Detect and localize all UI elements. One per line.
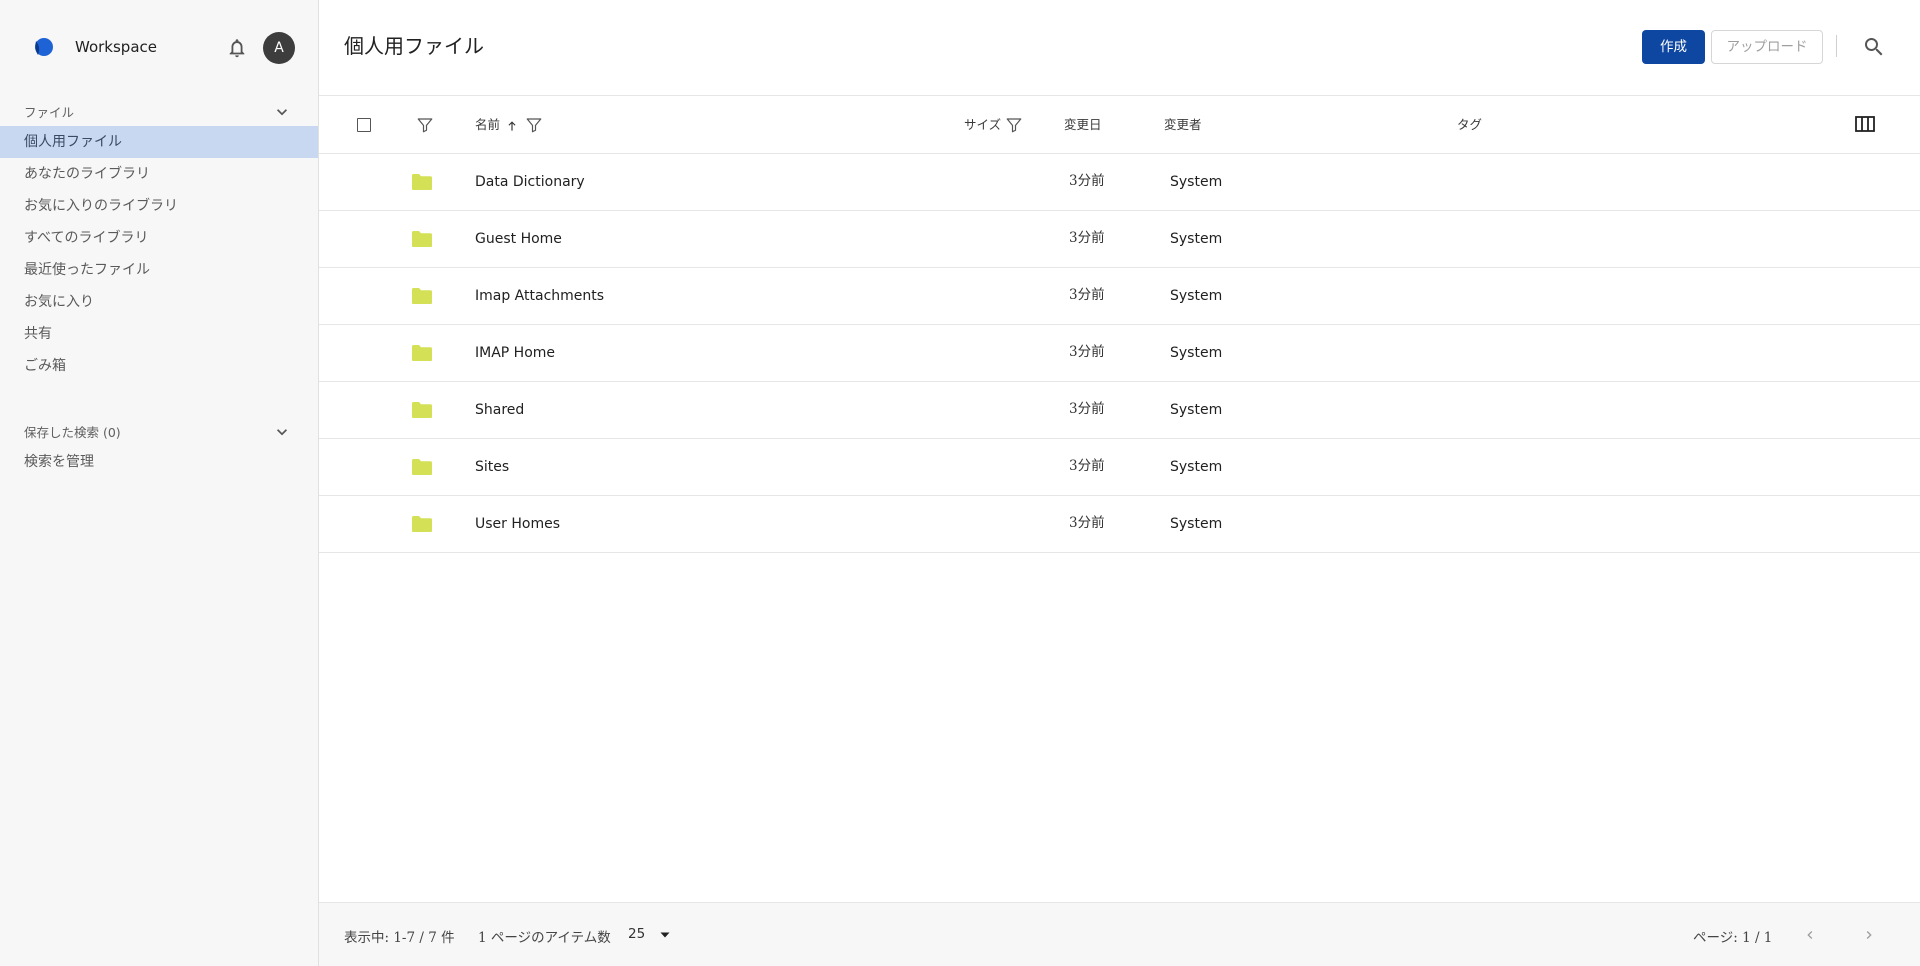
folder-icon xyxy=(412,402,432,418)
items-per-page-value[interactable]: 25 xyxy=(628,926,645,942)
sidebar: Workspace A ファイル 個人用ファイル あなたのライブラリ お気に入り… xyxy=(0,0,319,966)
folder-icon xyxy=(412,174,432,190)
modified-date: 3分前 xyxy=(1069,458,1105,474)
sidebar-item-favorite-libraries[interactable]: お気に入りのライブラリ xyxy=(0,190,318,222)
sidebar-header: Workspace A xyxy=(0,0,318,94)
files-section-header[interactable]: ファイル xyxy=(0,94,318,126)
folder-icon xyxy=(412,459,432,475)
file-name[interactable]: User Homes xyxy=(475,515,560,533)
sidebar-item-recent-files[interactable]: 最近使ったファイル xyxy=(0,254,318,286)
table-row[interactable]: Imap Attachments 3分前 System xyxy=(319,268,1920,325)
user-avatar[interactable]: A xyxy=(263,32,295,64)
modified-date: 3分前 xyxy=(1069,344,1105,360)
filter-icon[interactable] xyxy=(416,116,434,134)
chevron-down-icon[interactable] xyxy=(272,102,292,122)
chevron-down-icon[interactable] xyxy=(272,422,292,442)
table-row[interactable]: Shared 3分前 System xyxy=(319,382,1920,439)
file-name[interactable]: Imap Attachments xyxy=(475,287,604,305)
sidebar-item-shared[interactable]: 共有 xyxy=(0,318,318,350)
saved-search-label: 保存した検索 (0) xyxy=(24,425,121,440)
modified-date: 3分前 xyxy=(1069,515,1105,531)
create-button[interactable]: 作成 xyxy=(1642,30,1705,64)
file-name[interactable]: IMAP Home xyxy=(475,344,555,362)
table-row[interactable]: User Homes 3分前 System xyxy=(319,496,1920,553)
sidebar-item-favorites[interactable]: お気に入り xyxy=(0,286,318,318)
table-header: 名前 サイズ 変更日 変更者 タグ xyxy=(319,96,1920,154)
saved-search-section-header[interactable]: 保存した検索 (0) xyxy=(0,414,318,446)
search-icon[interactable] xyxy=(1862,35,1886,59)
dropdown-arrow-icon[interactable] xyxy=(659,929,671,941)
table-row[interactable]: Guest Home 3分前 System xyxy=(319,211,1920,268)
sidebar-item-manage-search[interactable]: 検索を管理 xyxy=(0,446,318,478)
items-per-page-label: 1 ページのアイテム数 xyxy=(478,930,611,946)
sidebar-item-all-libraries[interactable]: すべてのライブラリ xyxy=(0,222,318,254)
chevron-right-icon[interactable] xyxy=(1861,927,1877,943)
table-row[interactable]: Sites 3分前 System xyxy=(319,439,1920,496)
sort-ascending-arrow-icon[interactable] xyxy=(505,119,519,133)
size-filter-icon[interactable] xyxy=(1005,116,1023,134)
chevron-left-icon[interactable] xyxy=(1802,927,1818,943)
modified-by: System xyxy=(1170,288,1223,304)
file-name[interactable]: Guest Home xyxy=(475,230,562,248)
modified-date: 3分前 xyxy=(1069,230,1105,246)
page-indicator: ページ: 1 / 1 xyxy=(1693,930,1773,946)
pagination-range: 表示中: 1-7 / 7 件 xyxy=(344,930,455,946)
app-name: Workspace xyxy=(75,38,157,56)
column-header-modified[interactable]: 変更日 xyxy=(1064,117,1102,133)
files-section-label: ファイル xyxy=(24,105,75,120)
upload-button[interactable]: アップロード xyxy=(1711,30,1823,64)
folder-icon xyxy=(412,288,432,304)
modified-date: 3分前 xyxy=(1069,401,1105,417)
pagination-bar: 表示中: 1-7 / 7 件 1 ページのアイテム数 25 ページ: 1 / 1 xyxy=(319,902,1920,966)
modified-by: System xyxy=(1170,516,1223,532)
main-content: 個人用ファイル 作成 アップロード 名前 サイズ 変更日 変更者 タグ Data… xyxy=(319,0,1920,966)
table-row[interactable]: IMAP Home 3分前 System xyxy=(319,325,1920,382)
modified-by: System xyxy=(1170,402,1223,418)
file-name[interactable]: Data Dictionary xyxy=(475,173,585,191)
modified-date: 3分前 xyxy=(1069,173,1105,189)
table-row[interactable]: Data Dictionary 3分前 System xyxy=(319,154,1920,211)
modified-by: System xyxy=(1170,174,1223,190)
sidebar-item-trash[interactable]: ごみ箱 xyxy=(0,350,318,382)
name-filter-icon[interactable] xyxy=(525,116,543,134)
modified-by: System xyxy=(1170,345,1223,361)
notifications-bell-icon[interactable] xyxy=(226,37,248,59)
column-header-tags[interactable]: タグ xyxy=(1457,117,1482,133)
toolbar-divider xyxy=(1836,35,1837,57)
file-name[interactable]: Shared xyxy=(475,401,524,419)
column-header-modifier[interactable]: 変更者 xyxy=(1164,117,1202,133)
sidebar-item-your-libraries[interactable]: あなたのライブラリ xyxy=(0,158,318,190)
column-settings-icon[interactable] xyxy=(1855,115,1875,133)
file-name[interactable]: Sites xyxy=(475,458,509,476)
folder-icon xyxy=(412,516,432,532)
folder-icon xyxy=(412,231,432,247)
app-logo-icon xyxy=(35,38,53,56)
column-header-size[interactable]: サイズ xyxy=(964,117,1001,133)
file-list: Data Dictionary 3分前 System Guest Home 3分… xyxy=(319,154,1920,553)
app-window: Workspace A ファイル 個人用ファイル あなたのライブラリ お気に入り… xyxy=(0,0,1920,966)
modified-by: System xyxy=(1170,231,1223,247)
saved-search-list: 検索を管理 xyxy=(0,446,318,478)
files-nav-list: 個人用ファイル あなたのライブラリ お気に入りのライブラリ すべてのライブラリ … xyxy=(0,126,318,382)
page-title: 個人用ファイル xyxy=(344,34,484,58)
sidebar-item-personal-files[interactable]: 個人用ファイル xyxy=(0,126,318,158)
select-all-checkbox[interactable] xyxy=(357,118,371,132)
column-header-name[interactable]: 名前 xyxy=(475,117,500,133)
modified-by: System xyxy=(1170,459,1223,475)
modified-date: 3分前 xyxy=(1069,287,1105,303)
folder-icon xyxy=(412,345,432,361)
top-bar: 個人用ファイル 作成 アップロード xyxy=(319,0,1920,96)
